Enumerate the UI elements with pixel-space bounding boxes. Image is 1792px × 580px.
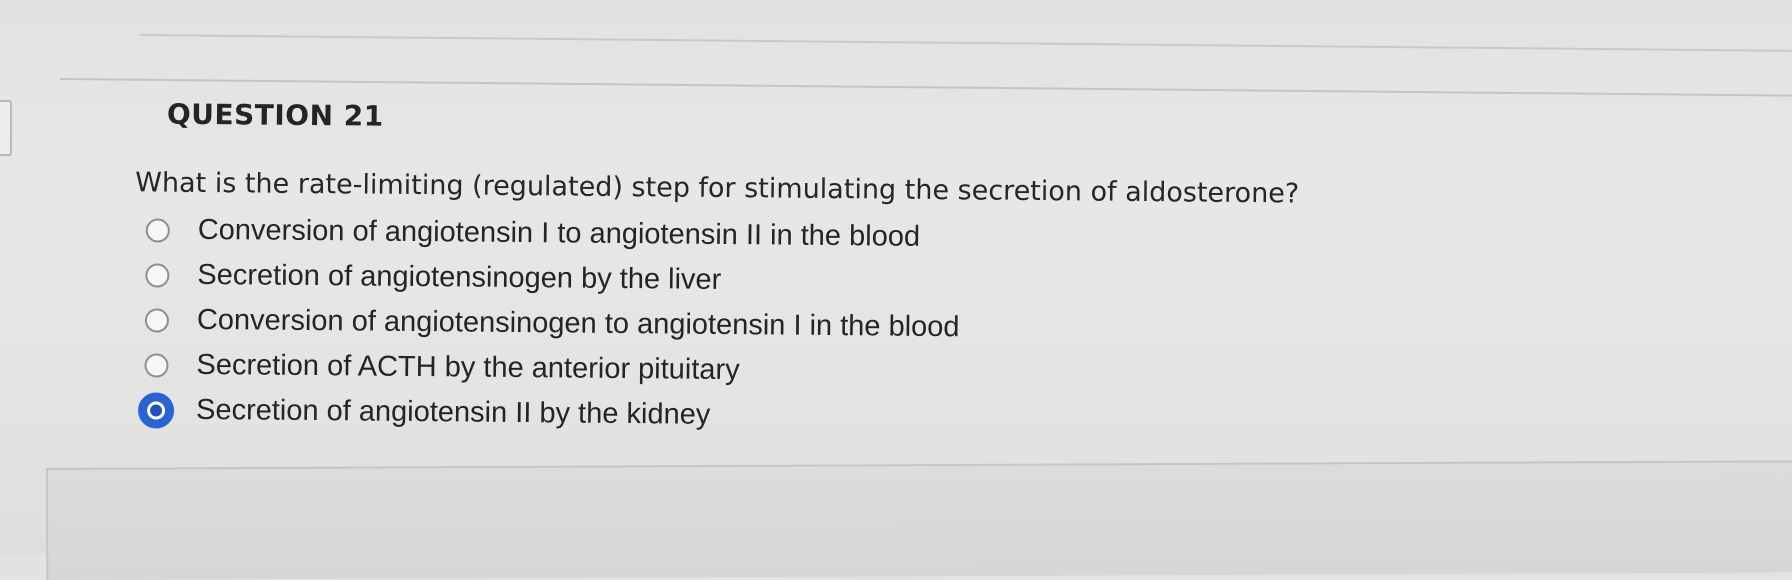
answer-label: Secretion of angiotensin II by the kidne… [195,393,711,431]
radio-button-icon[interactable] [144,352,169,378]
answer-option-4[interactable]: Secretion of ACTH by the anterior pituit… [144,342,959,395]
answer-options: Conversion of angiotensin I to angiotens… [137,207,961,440]
question-number: QUESTION 21 [166,97,384,133]
answer-option-2[interactable]: Secretion of angiotensinogen by the live… [145,252,960,305]
question-prompt: What is the rate-limiting (regulated) st… [135,167,1300,210]
answer-label: Secretion of angiotensinogen by the live… [197,258,722,296]
answer-option-5[interactable]: Secretion of angiotensin II by the kidne… [137,387,959,440]
radio-button-icon[interactable] [145,217,170,243]
radio-button-icon[interactable] [144,307,170,333]
footer-panel [46,460,1792,580]
answer-label: Secretion of ACTH by the anterior pituit… [196,348,740,387]
radio-button-selected-icon[interactable] [137,391,175,429]
answer-option-3[interactable]: Conversion of angiotensinogen to angiote… [144,297,960,350]
footer-panel-fill [48,462,1792,580]
answer-label: Conversion of angiotensinogen to angiote… [196,303,960,344]
radio-button-icon[interactable] [145,262,170,288]
answer-option-1[interactable]: Conversion of angiotensin I to angiotens… [145,207,961,260]
answer-label: Conversion of angiotensin I to angiotens… [197,213,921,253]
